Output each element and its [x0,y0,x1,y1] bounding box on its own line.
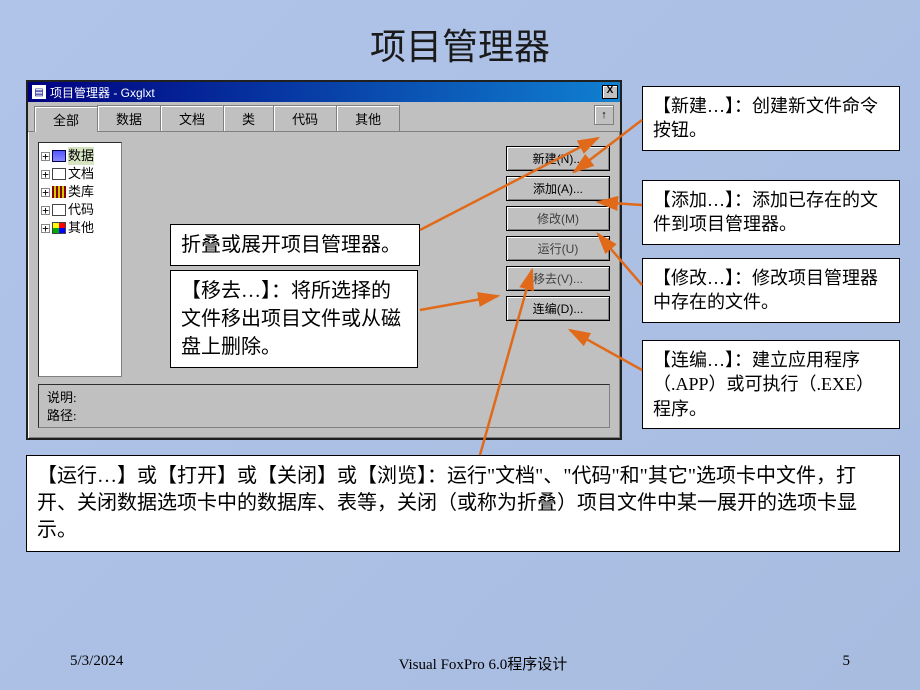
slide-title: 项目管理器 [0,0,920,70]
tab-other[interactable]: 其他 [336,105,400,131]
tree-item-other[interactable]: +其他 [41,219,119,237]
tab-strip: 全部 数据 文档 类 代码 其他 ↑ [28,102,620,132]
callout-new: 【新建…】：创建新文件命令按钮。 [642,86,900,151]
status-area: 说明: 路径: [38,384,610,428]
modify-button[interactable]: 修改(M) [506,206,610,231]
tab-class[interactable]: 类 [223,105,274,131]
new-button[interactable]: 新建(N)... [506,146,610,171]
tab-code[interactable]: 代码 [273,105,337,131]
tree-item-data[interactable]: +数据 [41,147,119,165]
callout-run: 【运行…】或【打开】或【关闭】或【浏览】：运行"文档"、"代码"和"其它"选项卡… [26,455,900,552]
tree-item-docs[interactable]: +文档 [41,165,119,183]
tree-item-code[interactable]: +代码 [41,201,119,219]
titlebar: ▤ 项目管理器 - Gxglxt X [28,82,620,102]
status-path-label: 路径: [47,407,601,425]
remove-button[interactable]: 移去(V)... [506,266,610,291]
callout-collapse: 折叠或展开项目管理器。 [170,224,420,266]
app-icon: ▤ [32,85,46,99]
callout-build: 【连编…】：建立应用程序（.APP）或可执行（.EXE）程序。 [642,340,900,429]
project-tree[interactable]: +数据 +文档 +类库 +代码 +其他 [38,142,122,377]
build-button[interactable]: 连编(D)... [506,296,610,321]
tab-data[interactable]: 数据 [97,105,161,131]
tree-item-classlib[interactable]: +类库 [41,183,119,201]
callout-remove: 【移去…】：将所选择的文件移出项目文件或从磁盘上删除。 [170,270,418,368]
add-button[interactable]: 添加(A)... [506,176,610,201]
close-icon[interactable]: X [602,85,618,99]
window-title: 项目管理器 - Gxglxt [50,84,155,101]
footer-page: 5 [842,653,850,674]
run-button[interactable]: 运行(U) [506,236,610,261]
callout-add: 【添加…】：添加已存在的文件到项目管理器。 [642,180,900,245]
footer-date: 5/3/2024 [70,653,123,674]
tab-all[interactable]: 全部 [34,106,98,132]
slide-footer: 5/3/2024 Visual FoxPro 6.0程序设计 5 [0,653,920,674]
footer-center: Visual FoxPro 6.0程序设计 [399,653,568,674]
status-desc-label: 说明: [47,389,601,407]
callout-modify: 【修改…】：修改项目管理器中存在的文件。 [642,258,900,323]
collapse-button[interactable]: ↑ [594,105,614,125]
button-column: 新建(N)... 添加(A)... 修改(M) 运行(U) 移去(V)... 连… [506,142,610,377]
tab-docs[interactable]: 文档 [160,105,224,131]
